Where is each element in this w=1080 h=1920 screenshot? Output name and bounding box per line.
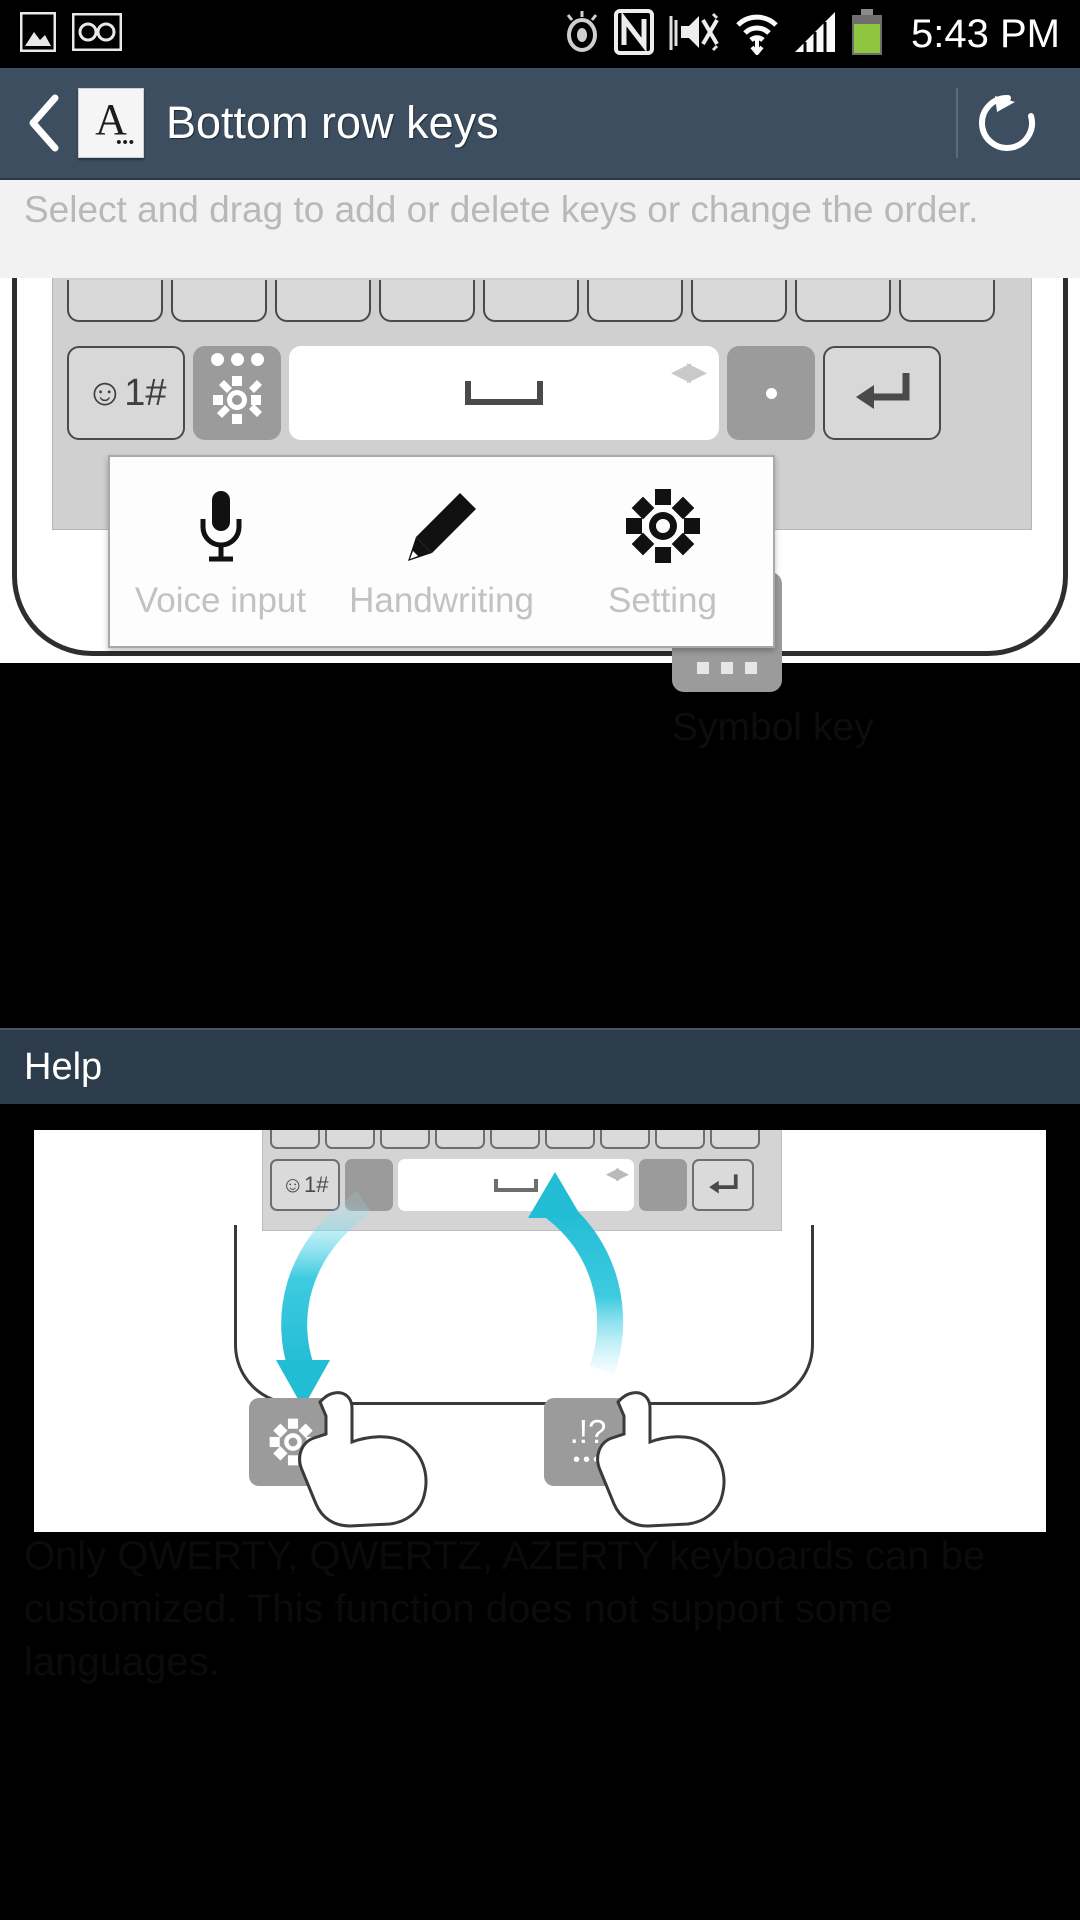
symbol-emoji-key[interactable]: ☺1# <box>67 346 185 440</box>
help-illustration: ☺1# ◀▶ .!? ••• <box>34 1130 1046 1532</box>
keyboard-key-blank[interactable] <box>379 280 475 322</box>
popup-item-label: Setting <box>608 581 717 620</box>
instruction-banner: Select and drag to add or delete keys or… <box>0 180 1080 278</box>
settings-gear-key[interactable] <box>193 346 281 440</box>
title-bar: A ••• Bottom row keys <box>0 68 1080 180</box>
keyboard-key-blank[interactable] <box>275 280 371 322</box>
app-icon-dots: ••• <box>116 134 135 151</box>
keyboard-key-blank[interactable] <box>691 280 787 322</box>
keyboard-key-blank[interactable] <box>899 280 995 322</box>
cellular-signal-icon <box>793 10 837 59</box>
period-key[interactable] <box>727 346 815 440</box>
help-section-title: Help <box>24 1045 103 1088</box>
sound-mute-vibrate-icon <box>667 10 721 59</box>
gallery-image-icon <box>19 11 57 57</box>
symbol-key-label: Symbol key <box>672 706 874 749</box>
help-section-header: Help <box>0 1028 1080 1104</box>
keyboard-key-blank[interactable] <box>483 280 579 322</box>
keyboard-bottom-row: ☺1# ◀▶ <box>67 346 941 440</box>
reset-button[interactable] <box>958 73 1058 173</box>
period-key-dot <box>765 387 777 399</box>
help-note-text: Only QWERTY, QWERTZ, AZERTY keyboards ca… <box>24 1534 986 1684</box>
back-button[interactable] <box>22 93 66 153</box>
microphone-icon <box>189 487 253 565</box>
space-key[interactable]: ◀▶ <box>289 346 719 440</box>
wifi-icon <box>734 9 780 60</box>
nfc-icon <box>614 8 655 60</box>
phone-screen: 5:43 PM A ••• Bottom row keys Select and… <box>0 0 1080 1920</box>
keyboard-key-blank[interactable] <box>67 280 163 322</box>
enter-key[interactable] <box>823 346 941 440</box>
status-bar-left-icons <box>19 11 123 57</box>
enter-arrow-icon <box>856 373 910 409</box>
keyboard-options-popup: Voice input Handwriting Setting <box>108 455 775 648</box>
voicemail-icon <box>71 12 123 56</box>
status-bar-clock: 5:43 PM <box>911 11 1060 56</box>
hand-pointer-right <box>596 1391 726 1528</box>
status-bar-right-icons: 5:43 PM <box>563 8 1060 60</box>
keyboard-app-icon: A ••• <box>78 88 144 158</box>
popup-item-setting[interactable]: Setting <box>563 487 763 621</box>
gear-icon <box>213 376 262 424</box>
symbol-key-dots <box>672 662 782 674</box>
popup-item-label: Voice input <box>134 581 307 620</box>
popup-item-voice-input[interactable]: Voice input <box>121 487 321 621</box>
battery-icon <box>850 8 884 60</box>
keyboard-key-blank[interactable] <box>171 280 267 322</box>
pencil-handwriting-icon <box>404 487 480 565</box>
page-title: Bottom row keys <box>166 97 499 148</box>
help-hand-cursors <box>298 1391 726 1528</box>
keyboard-key-blank[interactable] <box>587 280 683 322</box>
status-bar: 5:43 PM <box>0 0 1080 68</box>
space-key-arrows: ◀▶ <box>671 356 707 386</box>
hand-pointer-left <box>298 1391 428 1528</box>
space-key-glyph <box>465 381 543 405</box>
popup-item-handwriting[interactable]: Handwriting <box>342 487 542 621</box>
gear-key-dots <box>193 353 281 366</box>
smart-stay-eye-icon <box>563 10 601 58</box>
symbol-emoji-key-label: ☺1# <box>85 371 167 414</box>
keyboard-top-row <box>67 280 995 322</box>
keyboard-key-blank[interactable] <box>795 280 891 322</box>
popup-item-label: Handwriting <box>349 581 534 620</box>
gear-setting-icon <box>625 487 701 565</box>
